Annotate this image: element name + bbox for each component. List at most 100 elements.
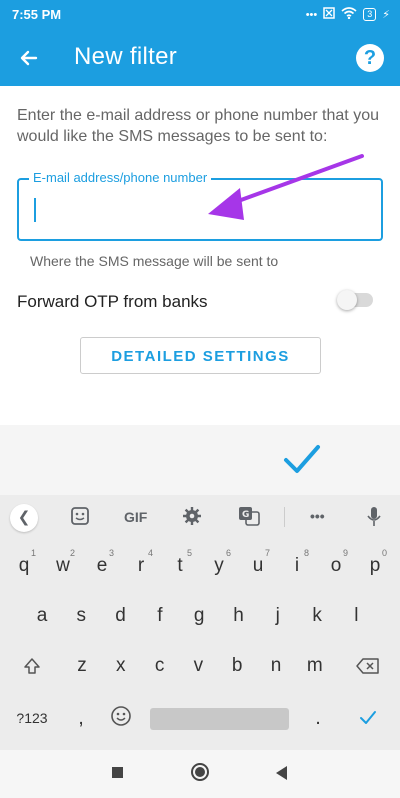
key-d[interactable]: d — [103, 595, 139, 637]
settings-button[interactable] — [182, 506, 202, 529]
chevron-left-icon: ❮ — [17, 509, 31, 526]
svg-text:G: G — [242, 510, 249, 520]
sticker-button[interactable] — [70, 506, 90, 529]
key-n[interactable]: n — [258, 645, 294, 687]
key-o[interactable]: o9 — [318, 545, 354, 587]
key-q[interactable]: q1 — [6, 545, 42, 587]
translate-icon: G — [239, 507, 260, 526]
backspace-key[interactable] — [350, 645, 386, 687]
key-hint: 3 — [108, 548, 114, 558]
key-label: i — [294, 555, 300, 576]
key-label: r — [137, 555, 145, 576]
key-hint: 4 — [147, 548, 153, 558]
key-y[interactable]: y6 — [201, 545, 237, 587]
symbols-key[interactable]: ?123 — [12, 697, 52, 739]
key-e[interactable]: e3 — [84, 545, 120, 587]
key-label: q — [18, 555, 30, 576]
key-b[interactable]: b — [219, 645, 255, 687]
key-m[interactable]: m — [297, 645, 333, 687]
status-bar: 7:55 PM ••• 3 ⚡ — [0, 0, 400, 30]
key-label: o — [330, 555, 342, 576]
period-key[interactable]: . — [300, 697, 336, 739]
otp-label: Forward OTP from banks — [17, 292, 208, 311]
more-button[interactable]: ••• — [310, 508, 325, 524]
back-nav-button[interactable] — [276, 766, 287, 780]
key-x[interactable]: x — [103, 645, 139, 687]
shift-key[interactable] — [14, 645, 50, 687]
page-title: New filter — [74, 43, 178, 70]
back-button[interactable] — [14, 43, 44, 73]
emoji-icon — [111, 706, 131, 726]
key-z[interactable]: z — [64, 645, 100, 687]
key-g[interactable]: g — [181, 595, 217, 637]
dots-icon: ••• — [305, 8, 318, 21]
sticker-icon — [71, 507, 89, 525]
home-button[interactable] — [191, 763, 209, 781]
key-hint: 0 — [381, 548, 387, 558]
key-label: y — [214, 555, 224, 576]
shift-icon — [24, 658, 40, 674]
emoji-key[interactable] — [103, 697, 139, 739]
collapse-button[interactable]: ❮ — [10, 504, 38, 532]
key-label: p — [369, 555, 381, 576]
back-arrow-icon — [20, 50, 38, 66]
otp-row: Forward OTP from banks — [17, 290, 383, 314]
email-field-label: E-mail address/phone number — [29, 170, 212, 185]
key-v[interactable]: v — [180, 645, 216, 687]
key-hint: 8 — [303, 548, 309, 558]
key-hint: 1 — [30, 548, 36, 558]
confirm-button[interactable] — [283, 443, 321, 477]
recents-button[interactable] — [112, 767, 123, 778]
charging-icon: ⚡ — [382, 9, 390, 21]
mic-icon — [367, 507, 381, 526]
text-cursor — [34, 198, 36, 222]
space-key[interactable] — [150, 708, 289, 730]
translate-button[interactable]: G — [238, 506, 260, 529]
confirm-area — [0, 425, 400, 495]
key-i[interactable]: i8 — [279, 545, 315, 587]
key-hint: 6 — [225, 548, 231, 558]
key-r[interactable]: r4 — [123, 545, 159, 587]
keyboard: ❮ GIF G ••• q1w2e3r4t5y6u7i8o9p0 asdfghj… — [0, 495, 400, 750]
key-w[interactable]: w2 — [45, 545, 81, 587]
key-label: e — [96, 555, 108, 576]
key-t[interactable]: t5 — [162, 545, 198, 587]
key-hint: 7 — [264, 548, 270, 558]
key-label: t — [177, 555, 183, 576]
key-h[interactable]: h — [221, 595, 257, 637]
otp-toggle-knob — [337, 290, 357, 310]
backspace-icon — [356, 658, 379, 674]
mic-button[interactable] — [366, 506, 382, 531]
help-icon: ? — [363, 47, 377, 69]
detailed-settings-button[interactable]: DETAILED SETTINGS — [80, 337, 321, 374]
helper-text: Where the SMS message will be sent to — [30, 253, 279, 269]
key-label: u — [252, 555, 264, 576]
key-k[interactable]: k — [299, 595, 335, 637]
gif-button[interactable]: GIF — [124, 509, 147, 525]
key-hint: 5 — [186, 548, 192, 558]
key-a[interactable]: a — [24, 595, 60, 637]
key-p[interactable]: p0 — [357, 545, 393, 587]
battery-icon: 3 — [363, 8, 377, 21]
key-j[interactable]: j — [260, 595, 296, 637]
key-l[interactable]: l — [338, 595, 374, 637]
system-nav-bar — [0, 750, 400, 798]
settings-icon — [183, 507, 201, 525]
instruction-text: Enter the e-mail address or phone number… — [17, 107, 379, 145]
key-u[interactable]: u7 — [240, 545, 276, 587]
annotation-arrow — [208, 154, 364, 220]
keyboard-toolbar: ❮ GIF G ••• — [0, 495, 400, 539]
wifi-icon — [341, 7, 357, 22]
toolbar-divider — [284, 507, 285, 527]
enter-key[interactable] — [350, 697, 386, 739]
key-f[interactable]: f — [142, 595, 178, 637]
status-time: 7:55 PM — [12, 7, 62, 22]
otp-toggle[interactable] — [337, 290, 373, 310]
key-s[interactable]: s — [63, 595, 99, 637]
comma-key[interactable]: , — [63, 697, 99, 739]
key-hint: 2 — [69, 548, 75, 558]
help-button[interactable]: ? — [356, 44, 384, 72]
key-c[interactable]: c — [142, 645, 178, 687]
app-bar: New filter ? — [0, 30, 400, 86]
key-label: w — [56, 555, 70, 576]
